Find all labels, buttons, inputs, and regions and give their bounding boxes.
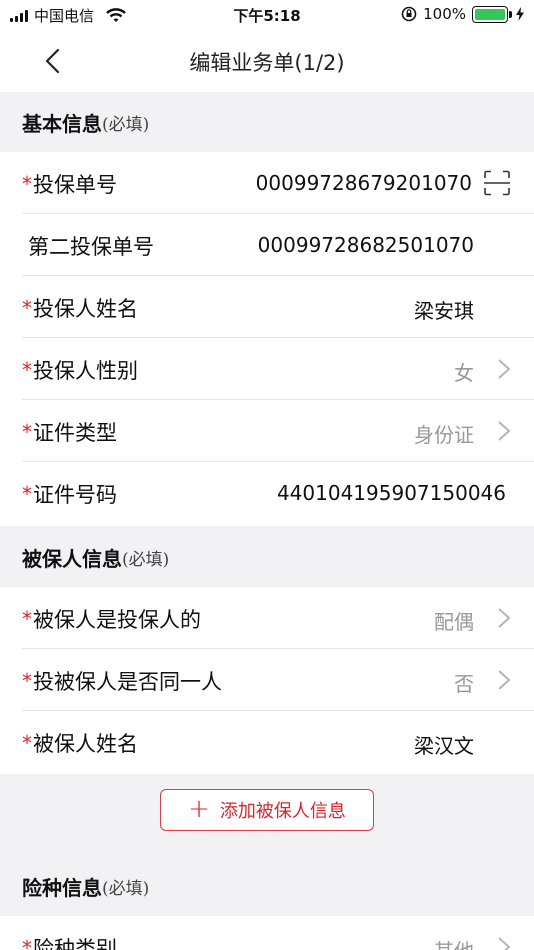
row-label: 证件号码	[33, 483, 117, 507]
required-star: *	[22, 420, 32, 444]
second-policy-number-row[interactable]: 第二投保单号 00099728682501070	[0, 214, 534, 276]
applicant-name-row[interactable]: * 投保人姓名 梁安琪	[0, 276, 534, 338]
add-insured-button[interactable]: + 添加被保人信息	[160, 789, 374, 831]
required-star: *	[22, 358, 32, 382]
section-title: 被保人信息	[22, 546, 122, 571]
applicant-name-value: 梁安琪	[414, 299, 474, 323]
row-label: 投保单号	[33, 173, 117, 197]
relationship-value: 配偶	[434, 610, 474, 634]
scan-icon[interactable]	[483, 170, 511, 196]
section-header-basic: 基本信息 (必填)	[0, 92, 534, 152]
insured-name-row[interactable]: * 被保人姓名 梁汉文	[0, 711, 534, 774]
section-header-insurance: 险种信息 (必填)	[0, 856, 534, 916]
row-label: 投保人性别	[33, 359, 138, 383]
row-label: 投被保人是否同一人	[33, 670, 222, 694]
battery-percent: 100%	[423, 5, 466, 23]
required-star: *	[22, 607, 32, 631]
required-star: *	[22, 296, 32, 320]
chevron-right-icon	[498, 937, 511, 950]
page-title: 编辑业务单(1/2)	[189, 51, 345, 75]
insurance-type-row[interactable]: *险种类别 其他	[0, 916, 534, 950]
applicant-gender-row[interactable]: * 投保人性别 女	[0, 338, 534, 400]
id-number-row[interactable]: * 证件号码 440104195907150046	[0, 462, 534, 526]
chevron-right-icon	[498, 608, 511, 628]
required-star: *	[22, 936, 32, 950]
orientation-lock-icon	[401, 6, 417, 22]
row-label: 证件类型	[33, 421, 117, 445]
section-header-insured: 被保人信息 (必填)	[0, 527, 534, 587]
row-label: 投保人姓名	[33, 297, 138, 321]
id-type-row[interactable]: * 证件类型 身份证	[0, 400, 534, 462]
insured-name-value: 梁汉文	[414, 734, 474, 758]
section-title: 基本信息	[22, 111, 102, 136]
required-star: *	[22, 731, 32, 755]
chevron-right-icon	[498, 359, 511, 379]
section-title: 险种信息	[22, 875, 102, 900]
insurance-type-value: 其他	[434, 935, 474, 950]
navigation-bar: 编辑业务单(1/2)	[0, 30, 534, 92]
chevron-right-icon	[498, 670, 511, 690]
chevron-right-icon	[498, 421, 511, 441]
required-star: *	[22, 482, 32, 506]
add-insured-label: 添加被保人信息	[219, 801, 346, 822]
required-star: *	[22, 172, 32, 196]
same-person-row[interactable]: * 投被保人是否同一人 否	[0, 649, 534, 711]
id-type-value: 身份证	[414, 423, 474, 447]
relationship-row[interactable]: * 被保人是投保人的 配偶	[0, 587, 534, 649]
row-label: 被保人姓名	[33, 732, 138, 756]
row-label: 险种类别	[33, 937, 117, 950]
plus-icon: +	[188, 794, 210, 824]
row-label: 第二投保单号	[28, 235, 154, 259]
second-policy-number-value: 00099728682501070	[257, 233, 474, 257]
required-hint: (必填)	[102, 114, 150, 135]
charging-icon	[516, 7, 524, 21]
same-person-value: 否	[454, 672, 474, 696]
policy-number-row[interactable]: * 投保单号 00099728679201070	[0, 152, 534, 214]
applicant-gender-value: 女	[454, 361, 474, 385]
row-label: 被保人是投保人的	[33, 608, 201, 632]
required-star: *	[22, 669, 32, 693]
id-number-value: 440104195907150046	[276, 481, 506, 505]
battery-icon	[472, 5, 512, 23]
policy-number-value: 00099728679201070	[255, 171, 472, 195]
required-hint: (必填)	[102, 878, 150, 899]
status-bar: 中国电信 下午5:18 100%	[0, 0, 534, 30]
required-hint: (必填)	[122, 549, 170, 570]
